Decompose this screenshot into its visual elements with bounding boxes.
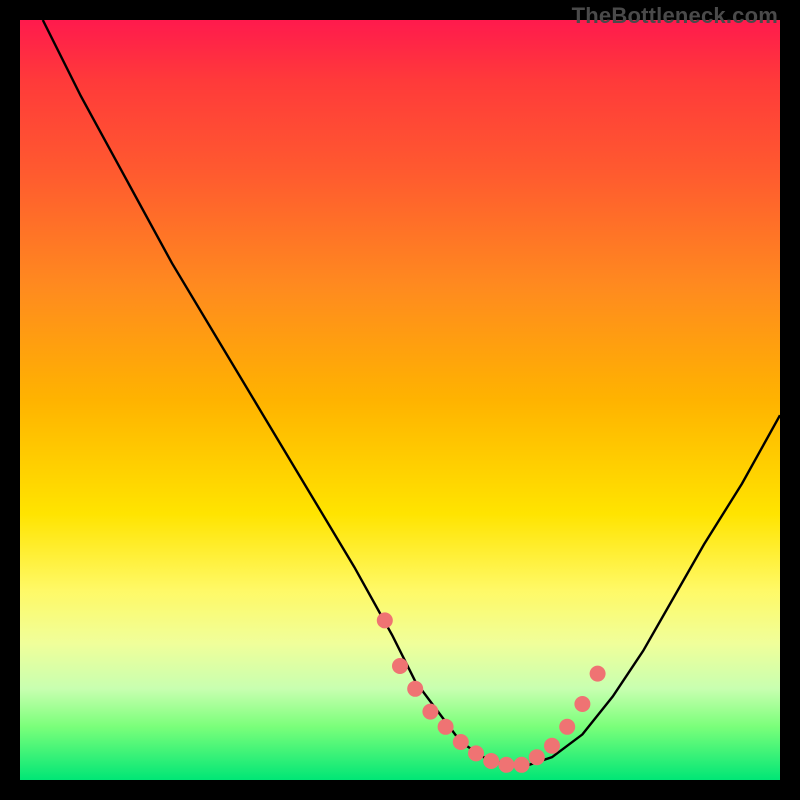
valley-dot [559,719,575,735]
valley-dots-group [377,612,606,772]
valley-dot [590,666,606,682]
chart-overlay [20,20,780,780]
valley-dot [544,738,560,754]
valley-dot [574,696,590,712]
valley-dot [422,704,438,720]
valley-dot [438,719,454,735]
valley-dot [498,757,514,773]
valley-dot [468,745,484,761]
valley-dot [377,612,393,628]
valley-dot [453,734,469,750]
watermark-text: TheBottleneck.com [572,3,778,29]
valley-dot [483,753,499,769]
valley-dot [392,658,408,674]
chart-frame: TheBottleneck.com [0,0,800,800]
bottleneck-curve [43,20,780,765]
valley-dot [529,749,545,765]
valley-dot [514,757,530,773]
valley-dot [407,681,423,697]
